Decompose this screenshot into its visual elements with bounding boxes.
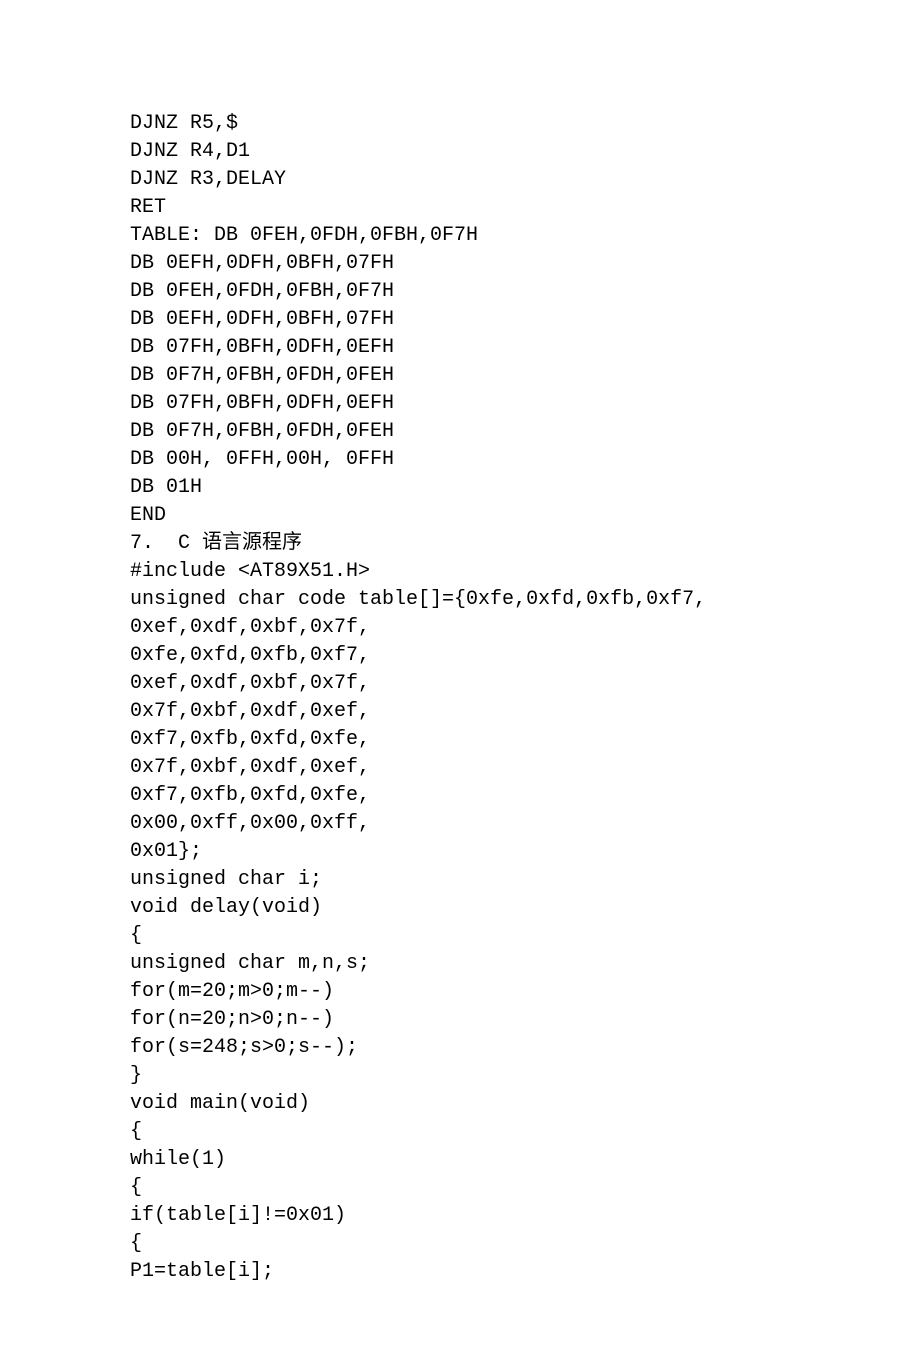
code-line: 0x7f,0xbf,0xdf,0xef,	[130, 698, 790, 726]
code-line: for(m=20;m>0;m--)	[130, 978, 790, 1006]
code-line: DB 0F7H,0FBH,0FDH,0FEH	[130, 418, 790, 446]
code-line: RET	[130, 194, 790, 222]
code-line: if(table[i]!=0x01)	[130, 1202, 790, 1230]
code-line: 0xef,0xdf,0xbf,0x7f,	[130, 670, 790, 698]
code-line: DJNZ R3,DELAY	[130, 166, 790, 194]
code-line: unsigned char i;	[130, 866, 790, 894]
code-line: #include <AT89X51.H>	[130, 558, 790, 586]
code-line: while(1)	[130, 1146, 790, 1174]
code-line: void main(void)	[130, 1090, 790, 1118]
code-line: for(s=248;s>0;s--);	[130, 1034, 790, 1062]
code-line: DB 07FH,0BFH,0DFH,0EFH	[130, 390, 790, 418]
code-line: unsigned char m,n,s;	[130, 950, 790, 978]
code-line: 0xf7,0xfb,0xfd,0xfe,	[130, 726, 790, 754]
code-line: DB 0EFH,0DFH,0BFH,07FH	[130, 306, 790, 334]
code-line: DB 0FEH,0FDH,0FBH,0F7H	[130, 278, 790, 306]
code-line: unsigned char code table[]={0xfe,0xfd,0x…	[130, 586, 790, 614]
code-line: {	[130, 1174, 790, 1202]
code-line: 0x7f,0xbf,0xdf,0xef,	[130, 754, 790, 782]
code-line: P1=table[i];	[130, 1258, 790, 1286]
code-line: DB 0F7H,0FBH,0FDH,0FEH	[130, 362, 790, 390]
code-line: 0x00,0xff,0x00,0xff,	[130, 810, 790, 838]
code-line: void delay(void)	[130, 894, 790, 922]
code-line: DJNZ R4,D1	[130, 138, 790, 166]
document-page: DJNZ R5,$ DJNZ R4,D1 DJNZ R3,DELAY RET T…	[0, 0, 920, 1366]
code-line: TABLE: DB 0FEH,0FDH,0FBH,0F7H	[130, 222, 790, 250]
code-line: DJNZ R5,$	[130, 110, 790, 138]
code-line: DB 01H	[130, 474, 790, 502]
code-line: DB 00H, 0FFH,00H, 0FFH	[130, 446, 790, 474]
code-line: DB 07FH,0BFH,0DFH,0EFH	[130, 334, 790, 362]
code-line: for(n=20;n>0;n--)	[130, 1006, 790, 1034]
code-line: END	[130, 502, 790, 530]
code-line: 0x01};	[130, 838, 790, 866]
code-line: {	[130, 1230, 790, 1258]
code-line: {	[130, 922, 790, 950]
code-line: 0xef,0xdf,0xbf,0x7f,	[130, 614, 790, 642]
code-line: 0xf7,0xfb,0xfd,0xfe,	[130, 782, 790, 810]
code-line: DB 0EFH,0DFH,0BFH,07FH	[130, 250, 790, 278]
code-line: 0xfe,0xfd,0xfb,0xf7,	[130, 642, 790, 670]
section-heading: 7. C 语言源程序	[130, 530, 790, 558]
code-line: }	[130, 1062, 790, 1090]
code-line: {	[130, 1118, 790, 1146]
